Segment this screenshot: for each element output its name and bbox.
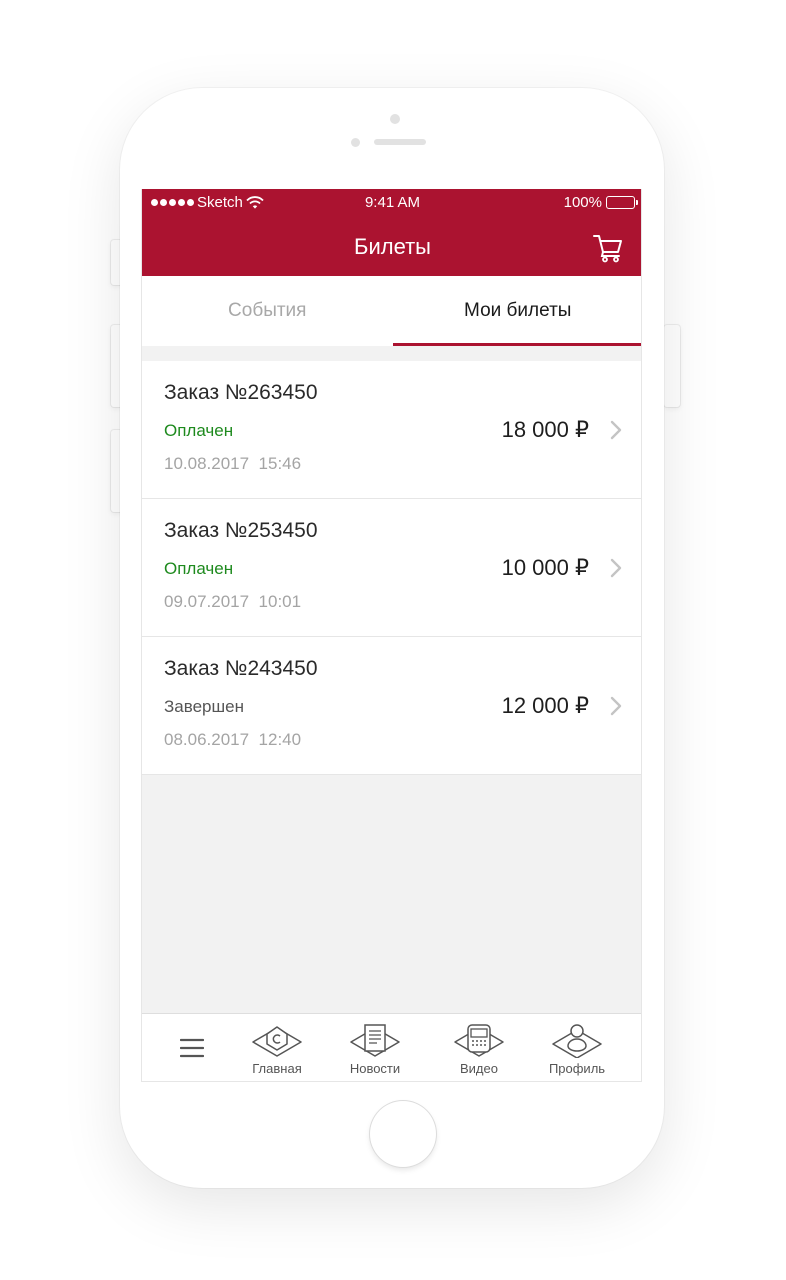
order-status: Завершен [164,697,244,716]
tabbar-label: Профиль [548,1061,606,1076]
order-datetime: 10.08.2017 15:46 [164,454,301,474]
segment-tabs: События Мои билеты [142,276,641,346]
order-date: 08.06.2017 [164,730,250,749]
home-icon [252,1026,302,1057]
phone-power-button [664,325,680,407]
video-icon [454,1024,504,1057]
menu-icon[interactable] [180,1036,204,1060]
order-time: 10:01 [258,592,302,611]
profile-icon [552,1024,602,1058]
order-row[interactable]: Заказ №253450 Оплачен 09.07.2017 10:01 1… [142,499,641,637]
tabbar-label: Видео [460,1061,498,1076]
order-row[interactable]: Заказ №243450 Завершен 08.06.2017 12:40 … [142,637,641,775]
tabbar-label: Главная [252,1061,302,1076]
battery-percent: 100% [563,194,602,211]
order-datetime: 08.06.2017 12:40 [164,730,301,750]
tab-events[interactable]: События [142,276,393,346]
bottom-tab-bar: Главная Новости Видео Профиль [142,1013,641,1081]
battery-indicator: 100% [563,194,638,211]
order-amount: 18 000 ₽ [501,417,589,442]
order-status: Оплачен [164,421,234,440]
chevron-right-icon [610,696,622,716]
order-datetime: 09.07.2017 10:01 [164,592,301,612]
orders-list: Заказ №263450 Оплачен 10.08.2017 15:46 1… [142,361,641,775]
order-title: Заказ №263450 [164,381,318,404]
tab-my-tickets[interactable]: Мои билеты [392,276,641,346]
tabbar-item-home[interactable]: Главная [237,1022,317,1076]
chevron-right-icon [610,420,622,440]
order-status: Оплачен [164,559,234,578]
page-title: Билеты [354,234,431,259]
order-row[interactable]: Заказ №263450 Оплачен 10.08.2017 15:46 1… [142,361,641,499]
phone-camera [351,138,360,147]
phone-home-button[interactable] [370,1101,436,1167]
tabbar-item-video[interactable]: Видео [439,1022,519,1076]
order-date: 09.07.2017 [164,592,250,611]
phone-sensor [390,114,400,124]
tabbar-label: Новости [349,1061,401,1076]
tabbar-item-news[interactable]: Новости [335,1022,415,1076]
app-screen: Sketch 9:41 AM 100% Билеты События Мои б… [141,189,642,1082]
cart-icon[interactable] [592,231,624,263]
chevron-right-icon [610,558,622,578]
order-time: 12:40 [258,730,302,749]
app-header: Sketch 9:41 AM 100% Билеты [142,189,641,276]
order-amount: 10 000 ₽ [501,555,589,580]
battery-icon [606,196,638,209]
order-date: 10.08.2017 [164,454,250,473]
order-title: Заказ №253450 [164,519,318,542]
news-icon [350,1024,400,1057]
order-amount: 12 000 ₽ [501,693,589,718]
phone-speaker [374,139,426,145]
tabbar-item-profile[interactable]: Профиль [537,1022,617,1076]
status-bar: Sketch 9:41 AM 100% [142,189,641,217]
order-title: Заказ №243450 [164,657,318,680]
order-time: 15:46 [258,454,302,473]
